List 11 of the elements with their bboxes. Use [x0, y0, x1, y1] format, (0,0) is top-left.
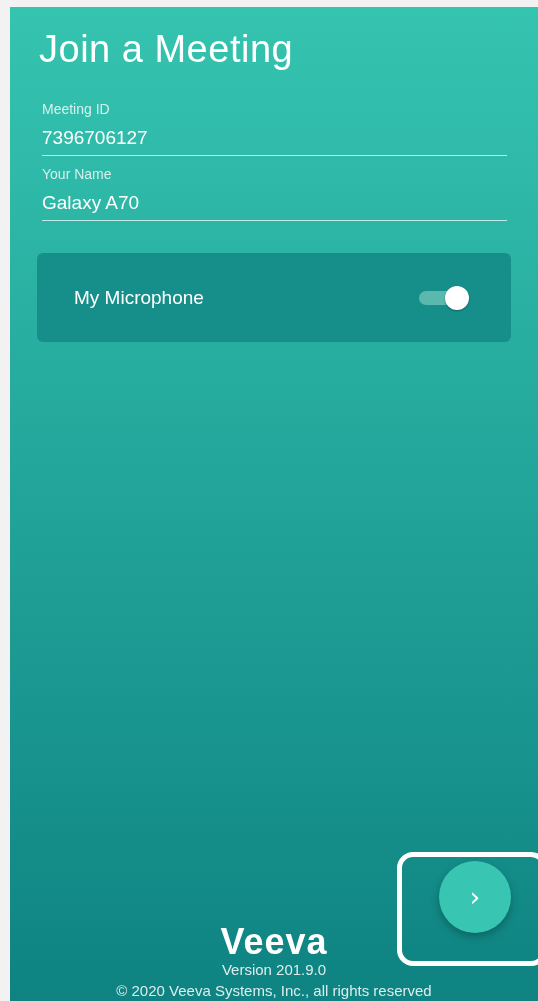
next-button[interactable]: › — [439, 861, 511, 933]
microphone-toggle[interactable] — [419, 285, 471, 310]
field-label: Your Name — [42, 166, 113, 182]
version-text: Version 201.9.0 — [221, 961, 327, 978]
microphone-label: My Microphone — [74, 286, 204, 309]
input-field[interactable]: 7396706127 — [42, 117, 507, 155]
input-field[interactable]: Galaxy A70 — [42, 182, 507, 220]
copyright-text: © 2020 Veeva Systems, Inc., all rights reserved — [116, 982, 432, 999]
page-title: Join a Meeting — [39, 27, 295, 72]
logo: Veeva — [220, 923, 328, 961]
field-label: Meeting ID — [42, 101, 111, 117]
